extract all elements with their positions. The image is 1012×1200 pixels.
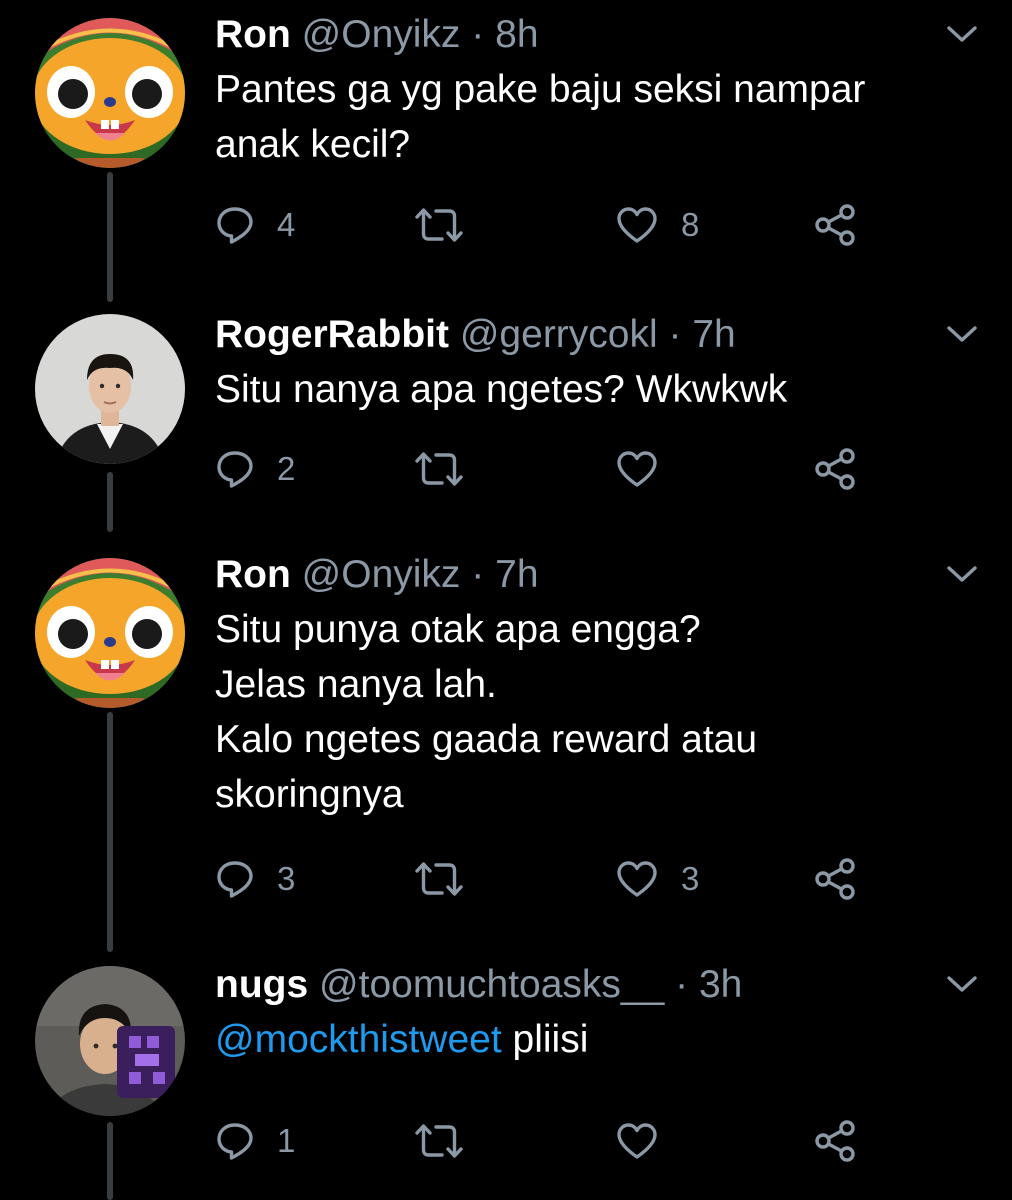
avatar[interactable] [35, 314, 185, 464]
author-handle[interactable]: @gerrycokl [460, 313, 658, 356]
share-icon [813, 1119, 857, 1163]
hamster-avatar-image [35, 558, 185, 708]
reply-icon [215, 449, 255, 489]
share-icon [813, 857, 857, 901]
chevron-down-icon[interactable] [945, 564, 979, 584]
author-handle[interactable]: @toomuchtoasks__ [319, 963, 664, 1006]
hamster-avatar-image [35, 18, 185, 168]
tweet-text: Pantes ga yg pake baju seksi nampar anak… [215, 62, 865, 172]
share-icon [813, 203, 857, 247]
retweet-icon [413, 205, 465, 245]
tweet-text: Situ punya otak apa engga? Jelas nanya l… [215, 602, 757, 822]
tweet-text-line: skoringnya [215, 773, 404, 816]
reply-icon [215, 1121, 255, 1161]
author-handle[interactable]: @Onyikz [302, 553, 461, 596]
man-sticker-avatar-image [35, 966, 185, 1116]
heart-icon [615, 1121, 659, 1161]
avatar[interactable] [35, 18, 185, 168]
retweet-button[interactable] [413, 444, 465, 494]
tweet-text-line: Situ punya otak apa engga? [215, 608, 701, 651]
share-button[interactable] [813, 200, 857, 250]
share-icon [813, 447, 857, 491]
tweet-text-line: @mockthistweet pliisi [215, 1012, 588, 1067]
separator-dot: · [675, 963, 689, 1006]
reply-button[interactable]: 3 [215, 854, 295, 904]
retweet-icon [413, 1121, 465, 1161]
reply-count: 2 [277, 450, 296, 487]
like-count: 3 [681, 860, 700, 897]
chevron-down-icon[interactable] [945, 324, 979, 344]
separator-dot: · [471, 553, 485, 596]
heart-icon [615, 449, 659, 489]
reply-button[interactable]: 1 [215, 1116, 295, 1166]
avatar[interactable] [35, 966, 185, 1116]
author-name[interactable]: Ron [215, 553, 291, 596]
timestamp[interactable]: 3h [699, 963, 742, 1006]
like-button[interactable]: 3 [615, 854, 699, 904]
reply-button[interactable]: 2 [215, 444, 295, 494]
author-handle[interactable]: @Onyikz [302, 13, 461, 56]
tweet-text-line: Pantes ga yg pake baju seksi nampar [215, 68, 866, 111]
like-button[interactable] [615, 444, 681, 494]
heart-icon [615, 205, 659, 245]
heart-icon [615, 859, 659, 899]
tweet-text-line: Jelas nanya lah. [215, 663, 497, 706]
author-name[interactable]: nugs [215, 963, 308, 1006]
tweet-item[interactable]: RogerRabbit @gerrycokl · 7h Situ nanya a… [0, 300, 1012, 540]
tweet-text: @mockthistweet pliisi [215, 1012, 588, 1067]
author-name[interactable]: RogerRabbit [215, 313, 449, 356]
reply-count: 4 [277, 206, 296, 243]
like-count: 8 [681, 206, 700, 243]
tweet-actions: 4 8 [215, 200, 875, 250]
chevron-down-icon[interactable] [945, 974, 979, 994]
mention-link[interactable]: @mockthistweet [215, 1018, 502, 1061]
avatar[interactable] [35, 558, 185, 708]
like-button[interactable]: 8 [615, 200, 699, 250]
separator-dot: · [471, 13, 485, 56]
retweet-icon [413, 449, 465, 489]
tweet-actions: 1 [215, 1116, 875, 1166]
tweet-text-line: Kalo ngetes gaada reward atau [215, 718, 758, 761]
reply-count: 1 [277, 1122, 296, 1159]
tweet-text-line: anak kecil? [215, 123, 411, 166]
share-button[interactable] [813, 1116, 857, 1166]
tweet-actions: 2 [215, 444, 875, 494]
tweet-text: Situ nanya apa ngetes? Wkwkwk [215, 362, 787, 417]
retweet-button[interactable] [413, 854, 465, 904]
tweet-item[interactable]: Ron @Onyikz · 7h Situ punya otak apa eng… [0, 540, 1012, 950]
tweet-item[interactable]: Ron @Onyikz · 8h Pantes ga yg pake baju … [0, 0, 1012, 300]
man-avatar-image [35, 314, 185, 464]
tweet-header: nugs @toomuchtoasks__ · 3h [215, 962, 742, 1008]
share-button[interactable] [813, 444, 857, 494]
tweet-text-rest: pliisi [501, 1018, 589, 1061]
timestamp[interactable]: 8h [495, 13, 538, 56]
reply-icon [215, 205, 255, 245]
like-button[interactable] [615, 1116, 681, 1166]
tweet-text-line: Situ nanya apa ngetes? Wkwkwk [215, 368, 788, 411]
timestamp[interactable]: 7h [495, 553, 538, 596]
chevron-down-icon[interactable] [945, 24, 979, 44]
author-name[interactable]: Ron [215, 13, 291, 56]
tweet-header: Ron @Onyikz · 7h [215, 552, 539, 598]
reply-button[interactable]: 4 [215, 200, 295, 250]
reply-count: 3 [277, 860, 296, 897]
retweet-icon [413, 859, 465, 899]
separator-dot: · [668, 313, 682, 356]
share-button[interactable] [813, 854, 857, 904]
timestamp[interactable]: 7h [692, 313, 735, 356]
tweet-header: Ron @Onyikz · 8h [215, 12, 539, 58]
reply-icon [215, 859, 255, 899]
tweet-item[interactable]: nugs @toomuchtoasks__ · 3h @mockthistwee… [0, 950, 1012, 1200]
tweet-header: RogerRabbit @gerrycokl · 7h [215, 312, 736, 358]
retweet-button[interactable] [413, 200, 465, 250]
retweet-button[interactable] [413, 1116, 465, 1166]
tweet-actions: 3 3 [215, 854, 875, 904]
